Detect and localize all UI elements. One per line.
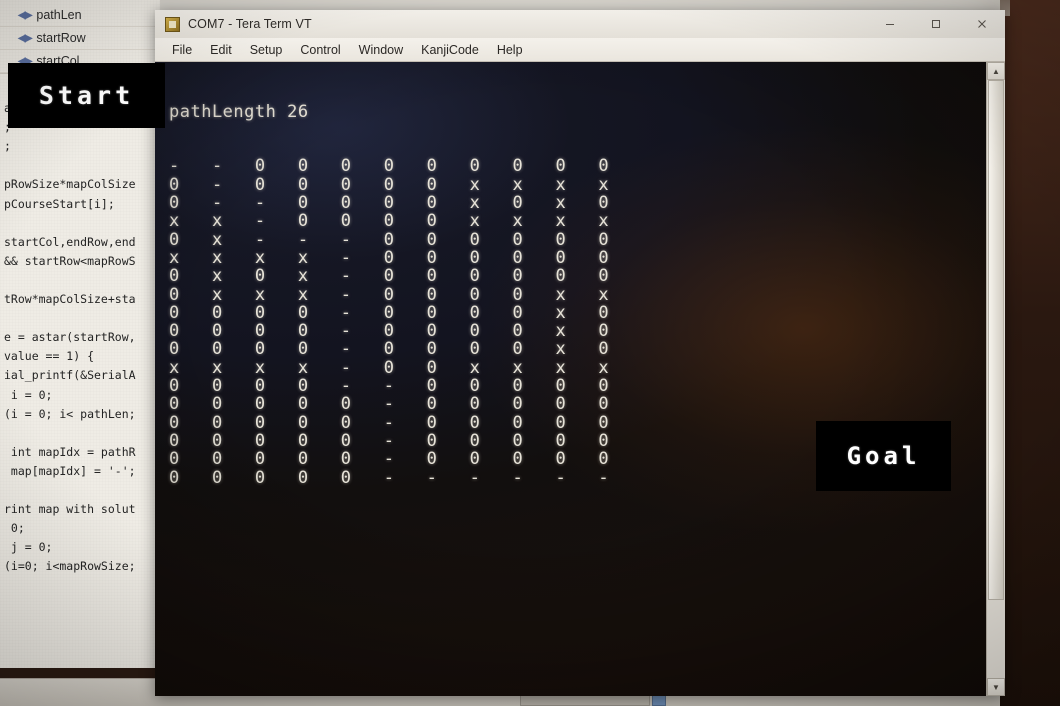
watch-row[interactable]: ◀▶ startRow (0, 27, 160, 50)
map-grid-row: 0 0 0 0 - 0 0 0 0 x 0 (169, 339, 610, 360)
menu-item-file[interactable]: File (163, 41, 201, 59)
map-grid-row: 0 0 0 0 - 0 0 0 0 x 0 (169, 321, 610, 342)
window-controls (867, 10, 1005, 38)
menu-item-setup[interactable]: Setup (241, 41, 292, 59)
map-grid-row: 0 x - - - 0 0 0 0 0 0 (169, 229, 610, 250)
terminal-scrollbar[interactable]: ▲ ▼ (986, 62, 1005, 696)
maximize-icon[interactable] (913, 10, 959, 38)
menu-item-help[interactable]: Help (488, 41, 532, 59)
map-grid-row: 0 - - 0 0 0 0 x 0 x 0 (169, 193, 610, 214)
map-grid-row: 0 0 0 0 - - 0 0 0 0 0 (169, 376, 610, 397)
path-length-line: pathLength 26 (169, 101, 309, 122)
variable-icon: ◀▶ (18, 32, 32, 44)
map-grid-row: 0 - 0 0 0 0 0 x x x x (169, 174, 610, 195)
map-grid-row: - - 0 0 0 0 0 0 0 0 0 (169, 156, 610, 177)
map-grid-row: 0 x x x - 0 0 0 0 x x (169, 284, 610, 305)
scrollbar-thumb[interactable] (988, 80, 1004, 600)
goal-annotation: Goal (816, 421, 951, 491)
map-grid-row: x x - 0 0 0 0 x x x x (169, 211, 610, 232)
tera-term-icon (165, 16, 180, 32)
terminal-client-area: pathLength 26 - - 0 0 0 0 0 0 0 0 00 - 0… (155, 62, 1005, 696)
start-annotation: Start (8, 63, 165, 128)
chevron-up-icon[interactable]: ▲ (987, 62, 1005, 80)
map-grid-row: x x x x - 0 0 x x x x (169, 357, 610, 378)
chevron-down-icon[interactable]: ▼ (987, 678, 1005, 696)
watch-variable-name: pathLen (36, 8, 82, 22)
map-grid-row: 0 x 0 x - 0 0 0 0 0 0 (169, 266, 610, 287)
variable-icon: ◀▶ (18, 9, 32, 21)
ide-source-code[interactable]: 1){ // 1 for A* ap ; ; pRowSize*mapColSi… (0, 74, 160, 576)
watch-row[interactable]: ◀▶ pathLen (0, 4, 160, 27)
menu-item-kanjicode[interactable]: KanjiCode (412, 41, 488, 59)
menu-bar: File Edit Setup Control Window KanjiCode… (155, 38, 1005, 62)
terminal-screen[interactable]: pathLength 26 - - 0 0 0 0 0 0 0 0 00 - 0… (155, 62, 986, 696)
map-grid-row: x x x x - 0 0 0 0 0 0 (169, 247, 610, 268)
map-grid-row: 0 0 0 0 - 0 0 0 0 x 0 (169, 302, 610, 323)
menu-item-edit[interactable]: Edit (201, 41, 241, 59)
title-bar[interactable]: COM7 - Tera Term VT (155, 10, 1005, 38)
menu-item-control[interactable]: Control (291, 41, 349, 59)
menu-item-window[interactable]: Window (350, 41, 412, 59)
tera-term-window: COM7 - Tera Term VT File Edit Setup Cont… (155, 10, 1005, 696)
desk-background-right (1000, 0, 1060, 706)
scrollbar-track[interactable] (987, 80, 1005, 678)
close-icon[interactable] (959, 10, 1005, 38)
window-title: COM7 - Tera Term VT (188, 17, 312, 31)
watch-variable-name: startRow (36, 31, 86, 45)
minimize-icon[interactable] (867, 10, 913, 38)
map-grid-row: 0 0 0 0 0 - 0 0 0 0 0 (169, 394, 610, 415)
